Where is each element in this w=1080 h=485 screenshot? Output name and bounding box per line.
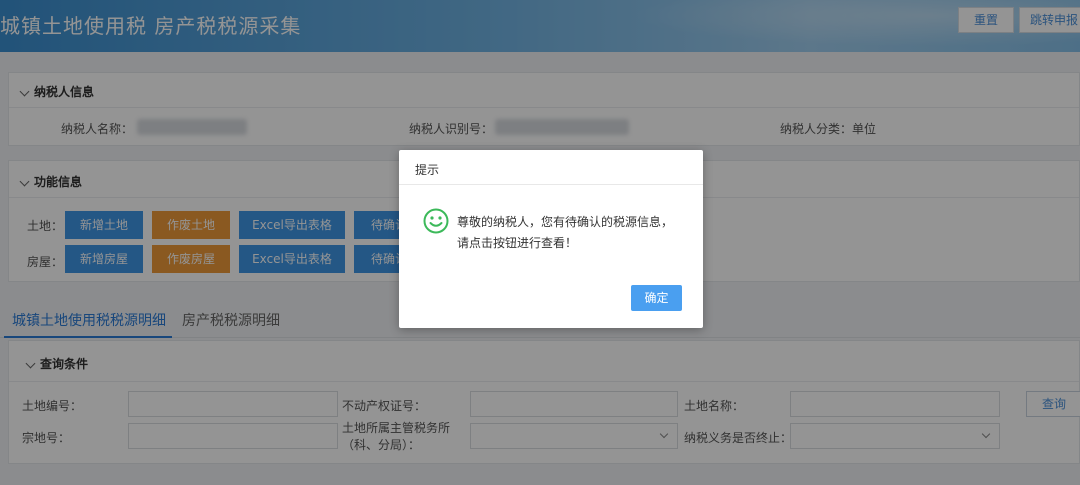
dialog-title: 提示 bbox=[415, 163, 440, 177]
alert-dialog: 提示 尊敬的纳税人，您有待确认的税源信息， 请点击按钮进行查看！ 确定 bbox=[399, 150, 703, 328]
dialog-message: 尊敬的纳税人，您有待确认的税源信息， 请点击按钮进行查看！ bbox=[457, 215, 674, 250]
confirm-button[interactable]: 确定 bbox=[631, 285, 682, 311]
smiley-icon bbox=[423, 208, 449, 234]
